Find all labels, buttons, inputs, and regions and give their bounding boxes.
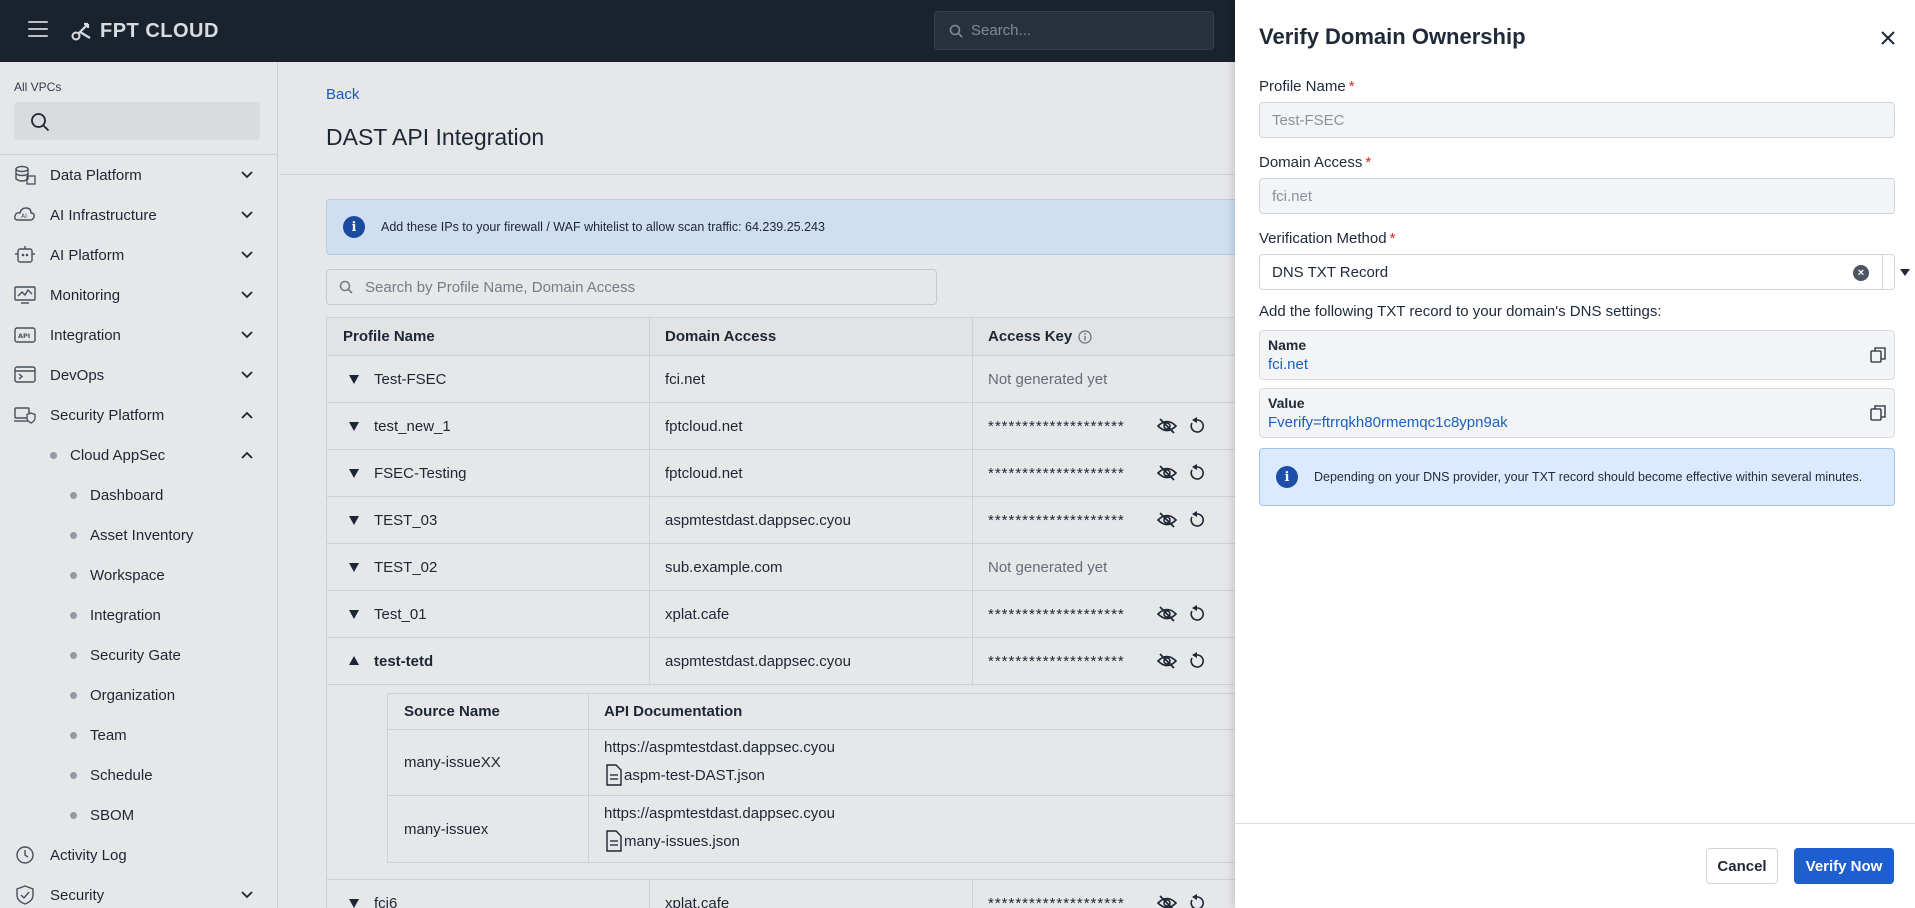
verification-method-select[interactable]: DNS TXT Record × (1259, 254, 1910, 290)
close-icon[interactable] (1878, 28, 1898, 48)
select-divider (1882, 255, 1883, 289)
field-label-text: Verification Method (1259, 230, 1387, 247)
record-value-key: Value (1268, 395, 1305, 411)
field-label-text: Profile Name (1259, 78, 1346, 95)
record-value-value: Fverify=ftrrqkh80rmemqc1c8ypn9ak (1268, 414, 1508, 431)
field-value: Test-FSEC (1272, 111, 1345, 129)
select-value: DNS TXT Record (1272, 263, 1389, 281)
info-icon: i (1276, 466, 1298, 488)
record-name-key: Name (1268, 337, 1307, 353)
cancel-button[interactable]: Cancel (1706, 848, 1778, 884)
domain-access-field: fci.net (1259, 178, 1895, 214)
required-marker: * (1365, 154, 1372, 171)
profile-name-field: Test-FSEC (1259, 102, 1895, 138)
modal-backdrop[interactable] (0, 0, 1235, 908)
txt-record-name-box: Name fci.net (1259, 330, 1895, 380)
verify-now-button[interactable]: Verify Now (1794, 848, 1894, 884)
copy-icon[interactable] (1870, 347, 1886, 363)
field-label-text: Domain Access (1259, 154, 1363, 171)
clear-selection-icon[interactable]: × (1853, 265, 1869, 281)
profile-name-label: Profile Name * (1259, 78, 1355, 95)
note-text: Depending on your DNS provider, your TXT… (1314, 470, 1863, 484)
dns-propagation-note: i Depending on your DNS provider, your T… (1259, 448, 1895, 506)
drawer-title: Verify Domain Ownership (1259, 24, 1526, 49)
field-value: fci.net (1272, 187, 1313, 205)
dropdown-arrow-icon[interactable] (1900, 269, 1910, 276)
required-marker: * (1348, 78, 1355, 95)
txt-record-value-box: Value Fverify=ftrrqkh80rmemqc1c8ypn9ak (1259, 388, 1895, 438)
verify-domain-drawer: Verify Domain Ownership Profile Name * Te… (1235, 0, 1915, 908)
txt-record-instructions: Add the following TXT record to your dom… (1259, 303, 1662, 320)
domain-access-label: Domain Access * (1259, 154, 1371, 171)
required-marker: * (1389, 230, 1396, 247)
drawer-footer-divider (1235, 823, 1915, 824)
verification-method-label: Verification Method * (1259, 230, 1395, 247)
record-name-value: fci.net (1268, 356, 1309, 373)
copy-icon[interactable] (1870, 405, 1886, 421)
